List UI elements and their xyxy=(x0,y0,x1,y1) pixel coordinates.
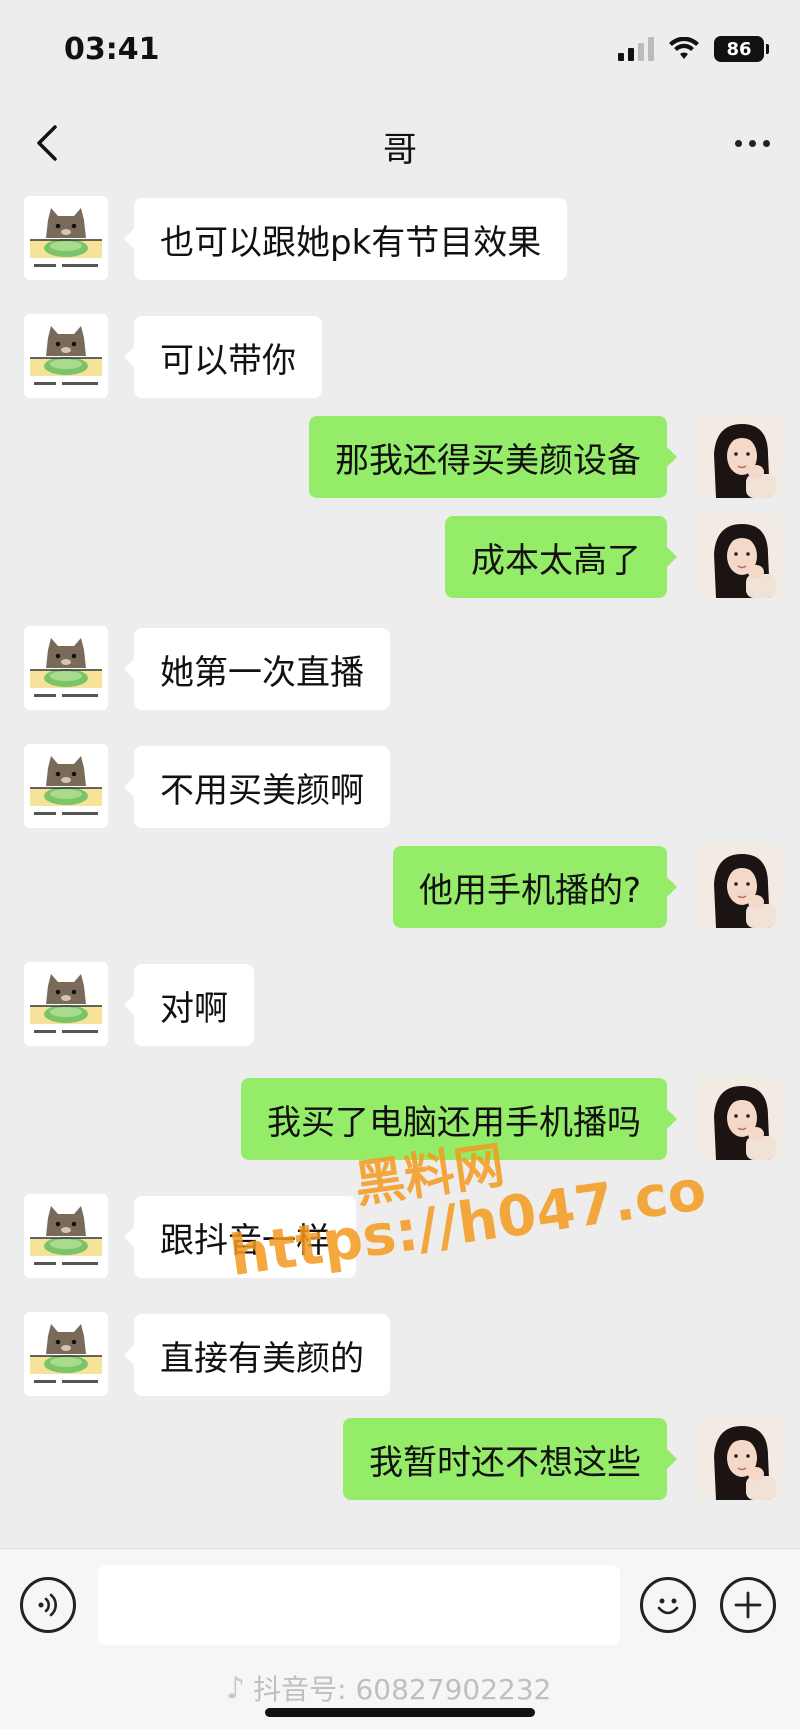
message-row: 不用买美颜啊 xyxy=(0,736,800,828)
my-avatar[interactable] xyxy=(698,1416,782,1500)
message-row: 他用手机播的? xyxy=(0,836,800,928)
received-message-bubble[interactable]: 她第一次直播 xyxy=(124,628,390,710)
chat-title: 哥 xyxy=(383,130,417,170)
received-message-bubble[interactable]: 直接有美颜的 xyxy=(124,1314,390,1396)
plus-icon[interactable] xyxy=(720,1577,776,1633)
message-row: 跟抖音一样 xyxy=(0,1186,800,1278)
contact-avatar[interactable] xyxy=(24,196,108,280)
bottom-area: ♪ 抖音号: 60827902232 xyxy=(0,1658,800,1729)
received-message-bubble[interactable]: 对啊 xyxy=(124,964,254,1046)
contact-avatar[interactable] xyxy=(24,314,108,398)
my-avatar[interactable] xyxy=(698,844,782,928)
message-row: 也可以跟她pk有节目效果 xyxy=(0,188,800,280)
battery-icon: 86 xyxy=(714,36,769,62)
message-row: 我暂时还不想这些 xyxy=(0,1408,800,1500)
contact-avatar[interactable] xyxy=(24,962,108,1046)
my-avatar[interactable] xyxy=(698,514,782,598)
sent-message-bubble[interactable]: 成本太高了 xyxy=(445,516,677,598)
status-icons: 86 xyxy=(618,36,769,62)
received-message-bubble[interactable]: 跟抖音一样 xyxy=(124,1196,356,1278)
wifi-icon xyxy=(669,37,699,59)
message-row: 对啊 xyxy=(0,954,800,1046)
my-avatar[interactable] xyxy=(698,1076,782,1160)
received-message-bubble[interactable]: 不用买美颜啊 xyxy=(124,746,390,828)
home-indicator[interactable] xyxy=(265,1708,535,1717)
my-avatar[interactable] xyxy=(698,414,782,498)
sent-message-bubble[interactable]: 他用手机播的? xyxy=(392,846,678,928)
contact-avatar[interactable] xyxy=(24,1312,108,1396)
status-time: 03:41 xyxy=(64,32,160,67)
received-message-bubble[interactable]: 也可以跟她pk有节目效果 xyxy=(123,198,568,280)
more-dots-icon[interactable] xyxy=(735,128,770,158)
voice-icon[interactable] xyxy=(20,1577,76,1633)
message-row: 直接有美颜的 xyxy=(0,1304,800,1396)
chat-header: 哥 xyxy=(0,100,800,188)
contact-avatar[interactable] xyxy=(24,1194,108,1278)
message-row: 成本太高了 xyxy=(0,506,800,598)
sent-message-bubble[interactable]: 我暂时还不想这些 xyxy=(343,1418,677,1500)
douyin-watermark: ♪ 抖音号: 60827902232 xyxy=(226,1668,551,1708)
douyin-logo-icon: ♪ xyxy=(226,1670,246,1706)
contact-avatar[interactable] xyxy=(24,626,108,710)
contact-avatar[interactable] xyxy=(24,744,108,828)
emoji-icon[interactable] xyxy=(640,1577,696,1633)
message-input[interactable] xyxy=(98,1565,620,1645)
message-row: 那我还得买美颜设备 xyxy=(0,406,800,498)
input-bar xyxy=(0,1548,800,1658)
sent-message-bubble[interactable]: 我买了电脑还用手机播吗 xyxy=(241,1078,677,1160)
message-row: 她第一次直播 xyxy=(0,618,800,710)
received-message-bubble[interactable]: 可以带你 xyxy=(124,316,322,398)
signal-icon xyxy=(618,37,654,61)
douyin-id-text: 抖音号: 60827902232 xyxy=(253,1673,552,1706)
message-list[interactable]: 也可以跟她pk有节目效果 可以带你那我还得买美颜设备成本太高了 她第一次直播 不用买美… xyxy=(0,188,800,1548)
message-row: 我买了电脑还用手机播吗 xyxy=(0,1068,800,1160)
message-row: 可以带你 xyxy=(0,306,800,398)
status-bar: 03:41 86 xyxy=(0,0,800,100)
sent-message-bubble[interactable]: 那我还得买美颜设备 xyxy=(309,416,677,498)
